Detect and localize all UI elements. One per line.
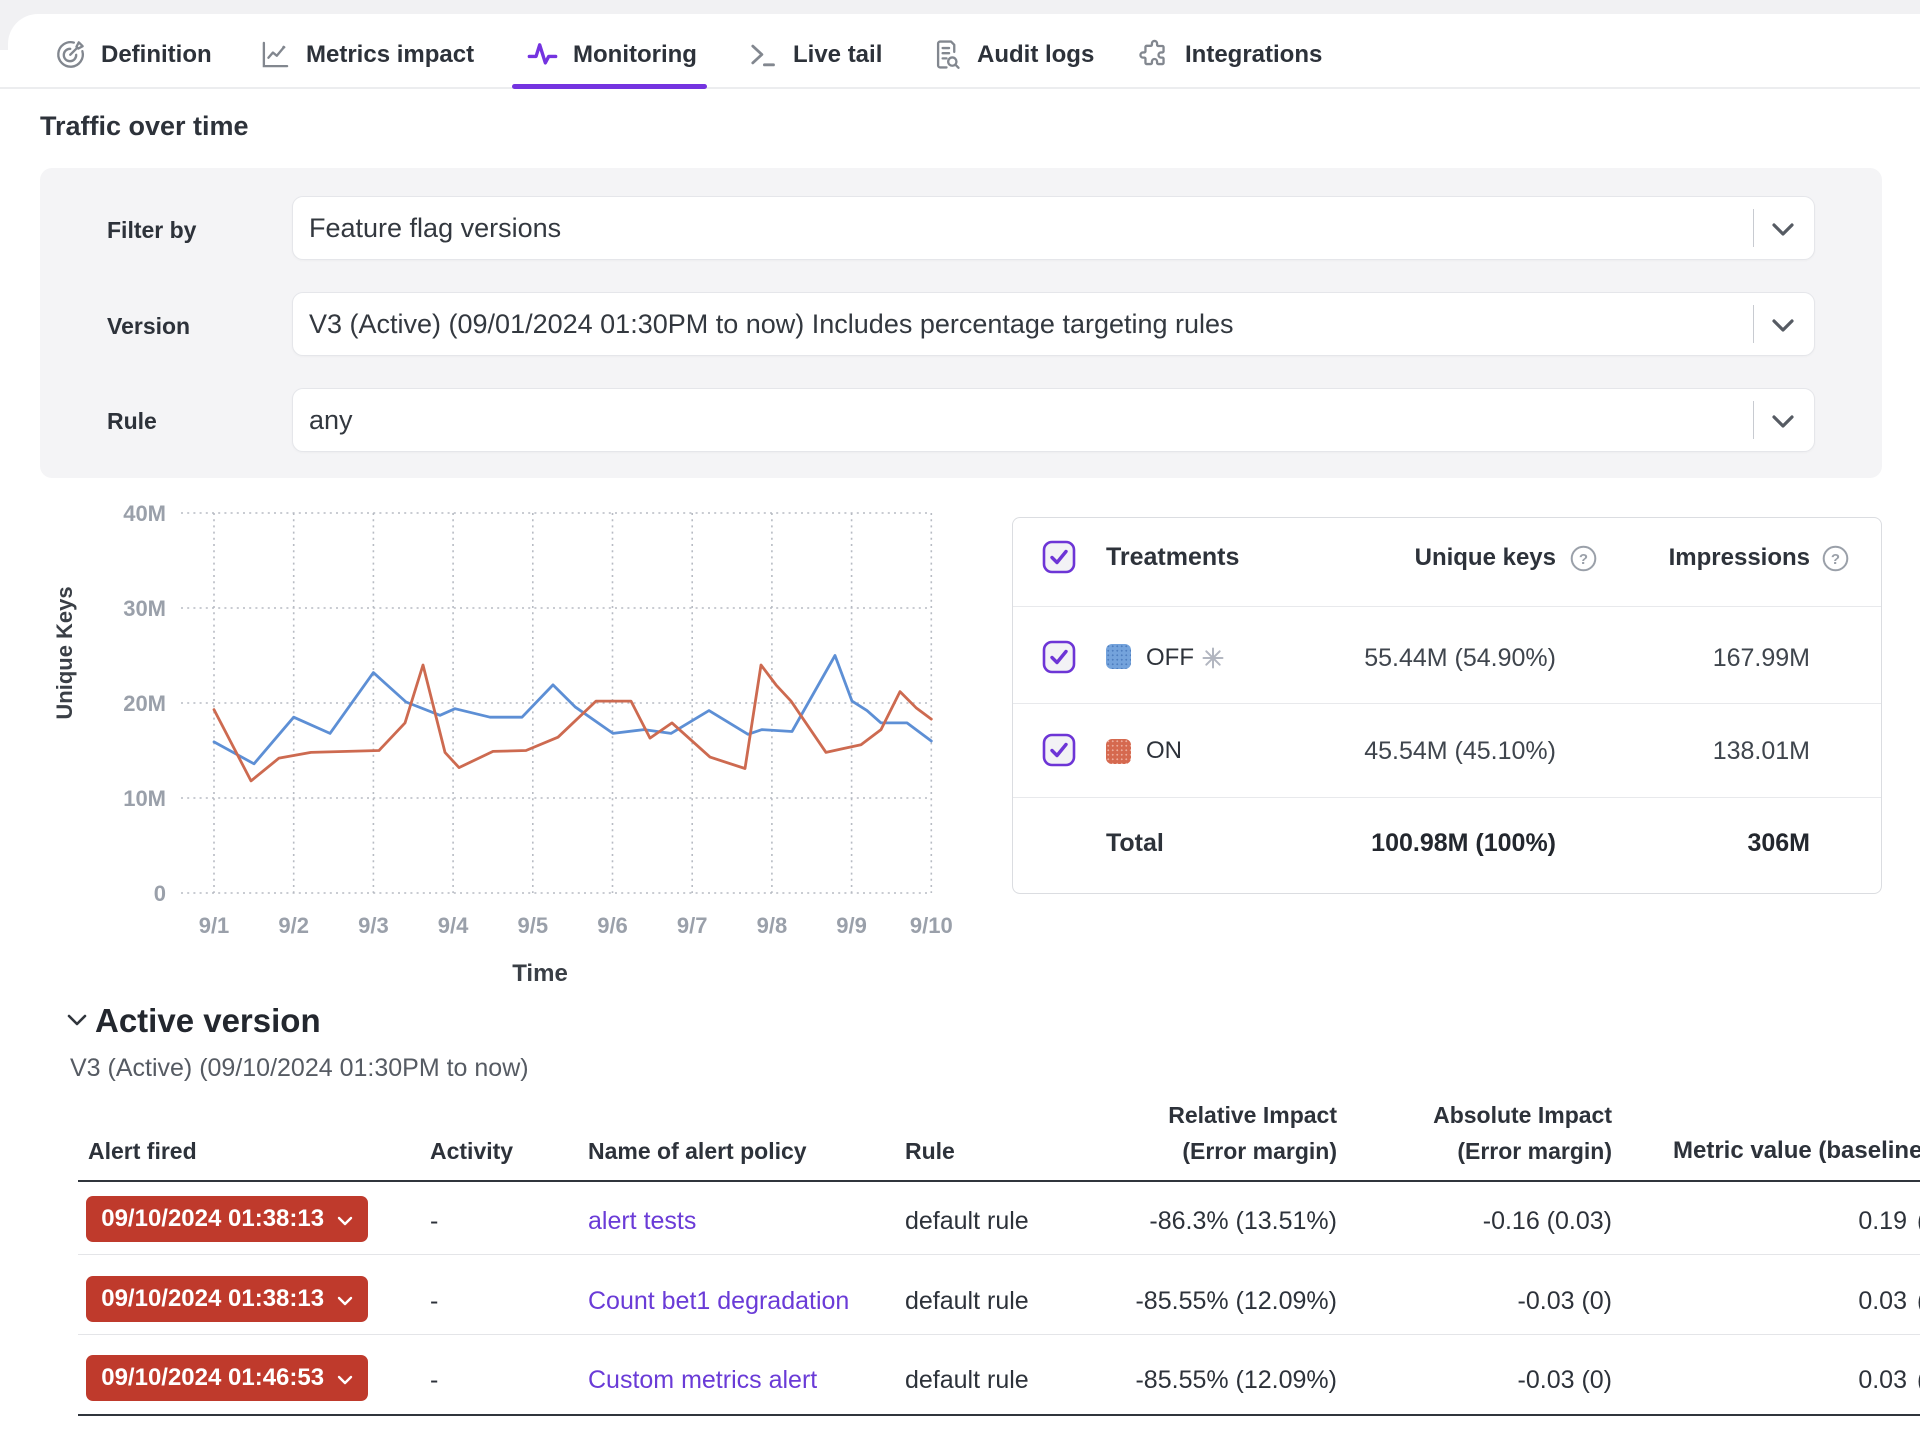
svg-text:40M: 40M bbox=[123, 501, 166, 526]
svg-text:9/9: 9/9 bbox=[836, 913, 867, 938]
svg-text:20M: 20M bbox=[123, 691, 166, 716]
svg-text:Unique Keys: Unique Keys bbox=[52, 586, 77, 719]
svg-text:9/3: 9/3 bbox=[358, 913, 389, 938]
svg-text:9/4: 9/4 bbox=[438, 913, 469, 938]
svg-text:9/10: 9/10 bbox=[910, 913, 953, 938]
svg-text:10M: 10M bbox=[123, 786, 166, 811]
svg-text:9/1: 9/1 bbox=[199, 913, 230, 938]
svg-text:?: ? bbox=[1831, 551, 1840, 568]
svg-text:Time: Time bbox=[512, 960, 568, 987]
svg-text:?: ? bbox=[1579, 551, 1588, 568]
svg-text:9/6: 9/6 bbox=[597, 913, 628, 938]
svg-text:0: 0 bbox=[154, 881, 166, 906]
svg-text:9/2: 9/2 bbox=[278, 913, 309, 938]
svg-text:30M: 30M bbox=[123, 596, 166, 621]
svg-text:9/7: 9/7 bbox=[677, 913, 708, 938]
svg-text:9/8: 9/8 bbox=[757, 913, 788, 938]
svg-text:9/5: 9/5 bbox=[518, 913, 549, 938]
